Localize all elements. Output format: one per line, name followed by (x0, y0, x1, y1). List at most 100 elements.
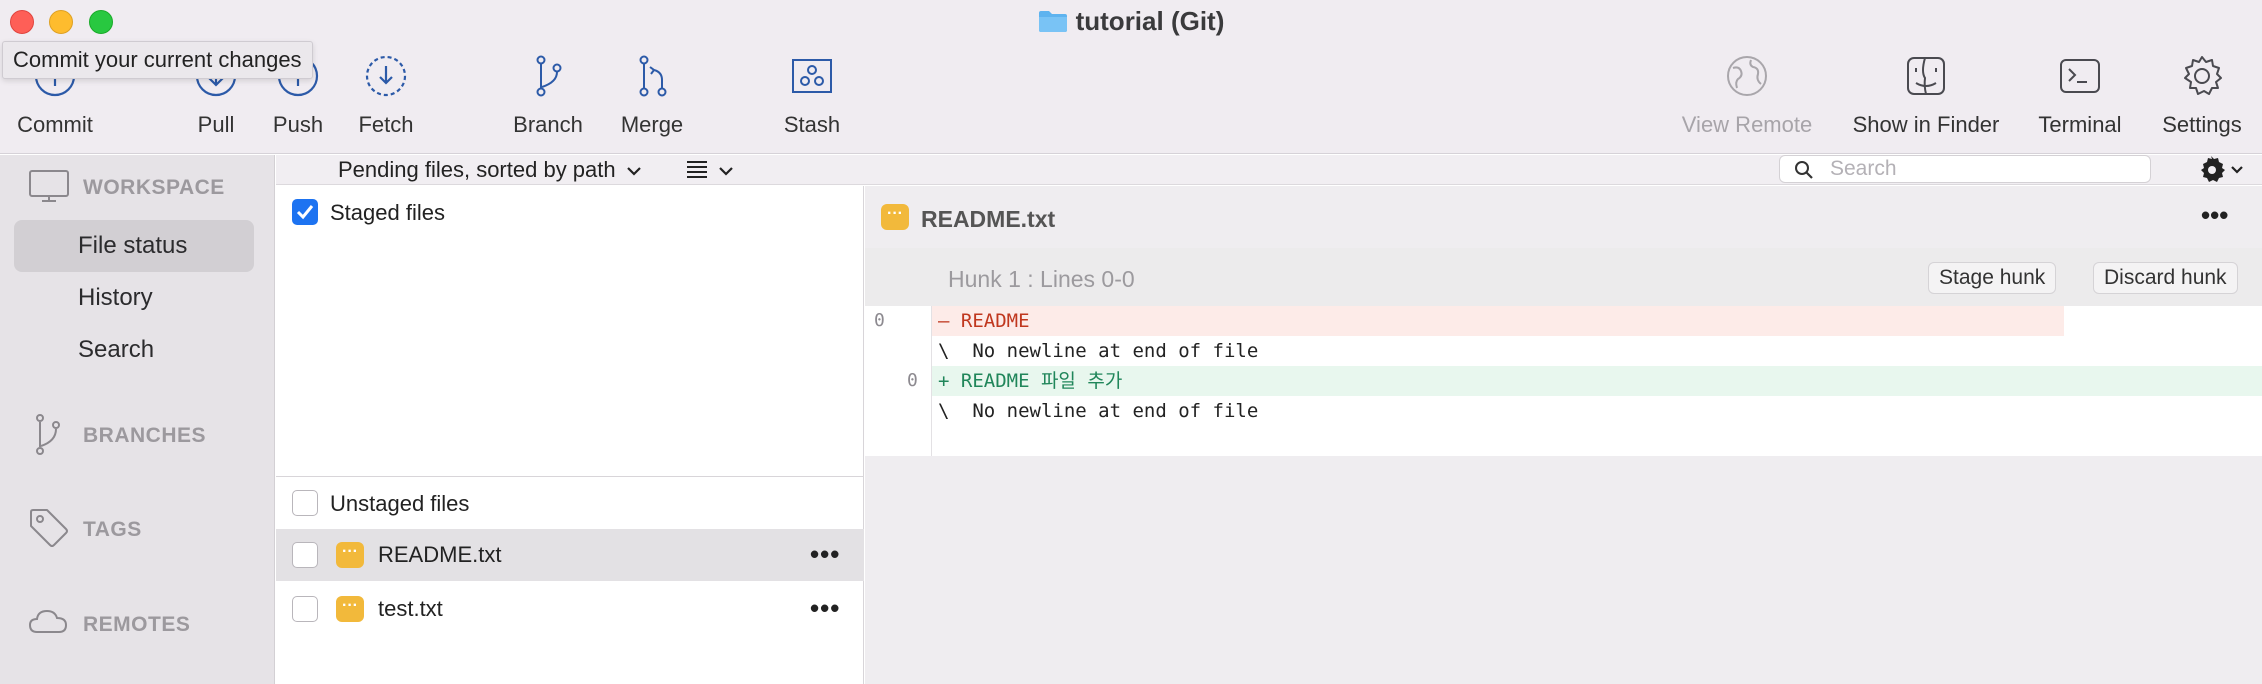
staged-files-area: Staged files (276, 186, 864, 476)
diff-line-added: 0 + README 파일 추가 (865, 366, 2262, 396)
stage-hunk-button[interactable]: Stage hunk (1928, 262, 2057, 294)
filter-bar: Pending files, sorted by path (276, 155, 2262, 185)
file-checkbox[interactable] (292, 542, 318, 568)
diff-line-removed: 0 – README (865, 306, 2262, 336)
more-options-icon[interactable]: ••• (810, 593, 840, 624)
diff-line-no-newline: \ No newline at end of file (865, 336, 2262, 366)
unstaged-files-header: Unstaged files (276, 477, 864, 529)
diff-empty-area (865, 456, 2262, 684)
cloud-icon (28, 609, 68, 633)
sidebar-item-label: File status (78, 232, 188, 259)
checkmark-icon (296, 205, 314, 220)
diff-line-no-newline: \ No newline at end of file (865, 396, 2262, 426)
hunk-title: Hunk 1 : Lines 0-0 (948, 266, 1135, 292)
branch-icon (36, 414, 60, 455)
branch-button[interactable]: Branch (508, 54, 588, 150)
search-input[interactable] (1830, 158, 2140, 180)
diff-line-text: \ No newline at end of file (938, 400, 1259, 422)
sidebar-section-label: REMOTES (83, 613, 191, 636)
diff-line-text: \ No newline at end of file (938, 340, 1259, 362)
tooltip: Commit your current changes (2, 41, 313, 79)
diff-line-text: – README (932, 306, 2064, 336)
modified-status-icon: ··· (881, 204, 909, 230)
gear-icon (2201, 156, 2225, 182)
merge-button[interactable]: Merge (612, 54, 692, 150)
chevron-down-icon (626, 167, 641, 176)
terminal-button[interactable]: Terminal (2034, 54, 2126, 150)
file-row[interactable]: ··· README.txt ••• (276, 529, 864, 581)
hunk-header: Hunk 1 : Lines 0-0 Stage hunk Discard hu… (865, 248, 2262, 306)
sidebar-section-label: BRANCHES (83, 424, 207, 447)
chevron-down-icon (2231, 166, 2244, 174)
new-line-number: 0 (907, 370, 918, 391)
diff-line-text: + README 파일 추가 (932, 366, 2262, 396)
diff-body: 0 – README \ No newline at end of file 0… (865, 306, 2262, 456)
show-in-finder-label: Show in Finder (1852, 112, 2000, 137)
view-remote-label: View Remote (1681, 112, 1813, 137)
search-field[interactable] (1779, 155, 2151, 183)
file-name: test.txt (378, 596, 443, 621)
globe-icon (1727, 56, 1767, 96)
sidebar-item-label: Search (78, 336, 155, 363)
toolbar: tutorial (Git) Commit Commit your curren… (0, 0, 2262, 154)
files-pane: Staged files Unstaged files ··· README.t… (276, 186, 864, 684)
list-icon (687, 161, 707, 178)
diff-header: ··· README.txt ••• (865, 186, 2262, 248)
gear-icon (2184, 56, 2222, 95)
push-label: Push (272, 112, 324, 137)
commit-label: Commit (17, 112, 93, 137)
merge-icon (639, 55, 667, 97)
settings-label: Settings (2162, 112, 2242, 137)
terminal-icon (2060, 59, 2100, 93)
sidebar-section-label: WORKSPACE (83, 176, 225, 199)
pull-label: Pull (197, 112, 235, 137)
merge-label: Merge (620, 112, 684, 137)
staged-files-header: Staged files (276, 186, 864, 238)
stash-button[interactable]: Stash (772, 54, 852, 150)
tag-icon (30, 509, 68, 547)
discard-hunk-button[interactable]: Discard hunk (2093, 262, 2238, 294)
modified-status-icon: ··· (336, 596, 364, 622)
view-remote-button[interactable]: View Remote (1675, 54, 1819, 150)
stash-label: Stash (783, 112, 841, 137)
sidebar-item-history[interactable]: History (14, 272, 254, 324)
branch-icon (536, 55, 562, 97)
stash-icon (792, 59, 832, 93)
finder-icon (1907, 57, 1945, 95)
unstaged-files-label: Unstaged files (330, 491, 470, 516)
file-row[interactable]: ··· test.txt ••• (276, 583, 864, 635)
show-in-finder-button[interactable]: Show in Finder (1848, 54, 2004, 150)
fetch-button[interactable]: Fetch (350, 54, 422, 150)
sort-dropdown[interactable]: Pending files, sorted by path (338, 155, 642, 185)
staged-files-checkbox[interactable] (292, 199, 318, 225)
more-options-icon[interactable]: ••• (2201, 200, 2228, 231)
chevron-down-icon (719, 167, 734, 176)
folder-icon (1038, 11, 1067, 32)
diff-pane: ··· README.txt ••• Hunk 1 : Lines 0-0 St… (865, 186, 2262, 684)
terminal-label: Terminal (2038, 112, 2122, 137)
branch-label: Branch (513, 112, 583, 137)
file-options-dropdown[interactable] (2196, 155, 2244, 188)
sidebar-item-search[interactable]: Search (14, 324, 254, 376)
fetch-icon (365, 55, 407, 97)
view-mode-dropdown[interactable] (686, 158, 734, 185)
modified-status-icon: ··· (336, 542, 364, 568)
sidebar-item-label: History (78, 284, 153, 311)
unstaged-files-checkbox[interactable] (292, 490, 318, 516)
sidebar: WORKSPACE File status History Search BRA… (0, 155, 275, 684)
sidebar-item-file-status[interactable]: File status (14, 220, 254, 272)
sort-dropdown-label: Pending files, sorted by path (338, 157, 616, 182)
unstaged-files-area: Unstaged files ··· README.txt ••• ··· te… (276, 476, 864, 684)
window-title-text: tutorial (Git) (1075, 6, 1225, 36)
settings-button[interactable]: Settings (2156, 54, 2248, 150)
search-icon (1795, 161, 1813, 179)
diff-file-name: README.txt (921, 206, 1056, 232)
old-line-number: 0 (874, 310, 885, 331)
fetch-label: Fetch (358, 112, 414, 137)
monitor-icon (29, 170, 69, 202)
file-checkbox[interactable] (292, 596, 318, 622)
more-options-icon[interactable]: ••• (810, 539, 840, 570)
window-title: tutorial (Git) (0, 6, 2262, 37)
sidebar-section-label: TAGS (83, 518, 142, 541)
file-name: README.txt (378, 542, 502, 567)
